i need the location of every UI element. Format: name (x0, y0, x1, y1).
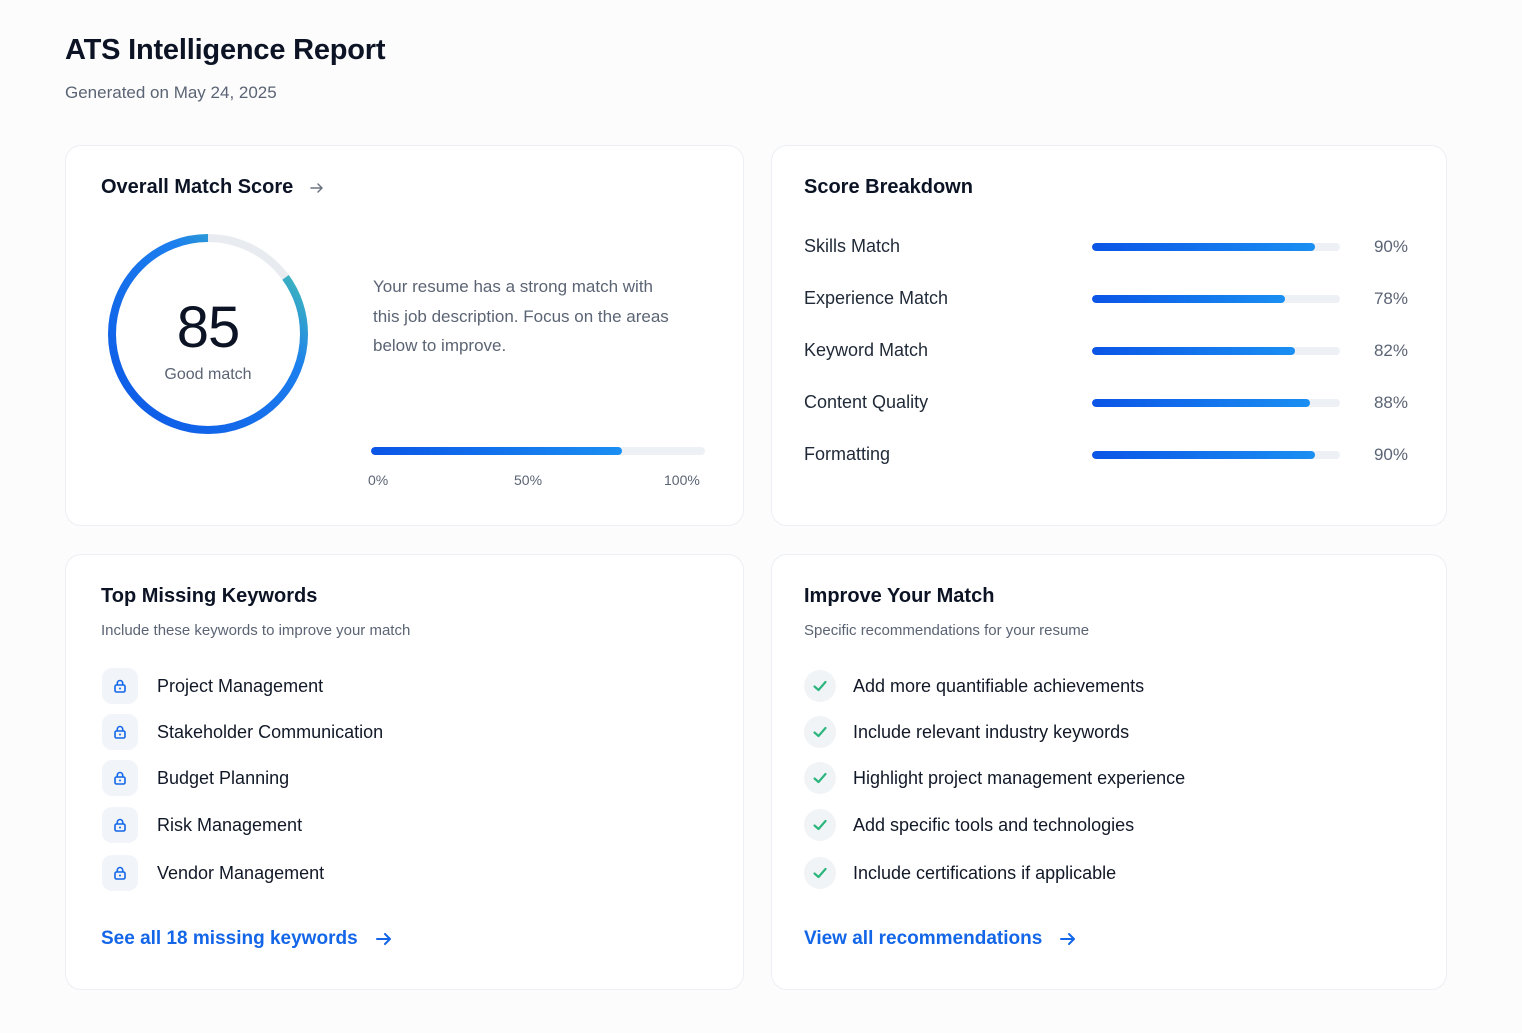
recommendation-item: Highlight project management experience (804, 762, 1185, 794)
page-subtitle: Generated on May 24, 2025 (65, 83, 277, 102)
breakdown-title: Score Breakdown (804, 176, 973, 198)
keyword-label: Risk Management (157, 814, 303, 835)
breakdown-bar (1092, 295, 1340, 303)
missing-keywords-subtitle: Include these keywords to improve your m… (101, 622, 411, 639)
breakdown-label: Skills Match (804, 236, 901, 256)
lock-icon (102, 760, 138, 796)
keyword-item: Budget Planning (102, 760, 289, 796)
breakdown-row-skills: Skills Match 90% (804, 236, 1408, 260)
recommendation-label: Highlight project management experience (853, 767, 1186, 788)
recommendation-label: Include certifications if applicable (853, 862, 1117, 883)
arrow-right-icon[interactable] (309, 180, 325, 196)
keyword-item: Risk Management (102, 807, 302, 843)
arrow-right-icon (375, 933, 391, 945)
lock-icon (102, 668, 138, 704)
improve-match-title: Improve Your Match (804, 585, 995, 607)
breakdown-label: Formatting (804, 444, 891, 464)
check-icon (804, 670, 836, 702)
recommendation-item: Include relevant industry keywords (804, 716, 1129, 748)
check-icon (804, 809, 836, 841)
page-title: ATS Intelligence Report (65, 34, 386, 66)
breakdown-value: 90% (1373, 445, 1408, 464)
recommendation-label: Include relevant industry keywords (853, 721, 1130, 742)
lock-icon (102, 714, 138, 750)
recommendation-label: Add more quantifiable achievements (853, 675, 1145, 696)
check-icon (804, 716, 836, 748)
breakdown-row-keyword: Keyword Match 82% (804, 340, 1408, 364)
missing-keywords-card: Top Missing Keywords Include these keywo… (65, 554, 744, 990)
tick-50: 50% (514, 472, 543, 488)
match-progress-fill (371, 447, 622, 455)
match-progress-bar (371, 447, 705, 455)
breakdown-bar (1092, 243, 1340, 251)
recommendation-item: Include certifications if applicable (804, 857, 1116, 889)
keyword-item: Project Management (102, 668, 323, 704)
lock-icon (102, 855, 138, 891)
overall-score-title: Overall Match Score (101, 176, 294, 198)
score-breakdown-card: Score Breakdown Skills Match 90% Experie… (771, 145, 1447, 526)
breakdown-bar (1092, 451, 1340, 459)
breakdown-bar (1092, 399, 1340, 407)
recommendation-item: Add specific tools and technologies (804, 809, 1134, 841)
see-all-keywords-link[interactable]: See all 18 missing keywords (101, 928, 394, 950)
recommendation-label: Add specific tools and technologies (853, 814, 1135, 835)
improve-match-subtitle: Specific recommendations for your resume (804, 622, 1090, 639)
score-description: Your resume has a strong match with this… (373, 277, 669, 355)
breakdown-value: 88% (1373, 393, 1408, 412)
breakdown-row-experience: Experience Match 78% (804, 288, 1408, 312)
overall-score-header[interactable]: Overall Match Score (101, 176, 325, 199)
breakdown-value: 82% (1373, 341, 1408, 360)
breakdown-bar-fill (1092, 243, 1316, 251)
see-all-keywords-label: See all 18 missing keywords (101, 928, 358, 949)
tick-0: 0% (368, 472, 389, 488)
keyword-item: Stakeholder Communication (102, 714, 383, 750)
check-icon (804, 762, 836, 794)
breakdown-bar-fill (1092, 295, 1286, 303)
check-icon (804, 857, 836, 889)
score-gauge: 85 Good match (102, 228, 314, 440)
breakdown-label: Keyword Match (804, 340, 929, 360)
breakdown-bar (1092, 347, 1340, 355)
keyword-label: Budget Planning (157, 767, 290, 788)
score-label: Good match (164, 366, 252, 383)
keyword-label: Vendor Management (157, 862, 325, 883)
breakdown-bar-fill (1092, 399, 1311, 407)
breakdown-bar-fill (1092, 347, 1296, 355)
keyword-item: Vendor Management (102, 855, 324, 891)
breakdown-value: 90% (1373, 237, 1408, 256)
lock-icon (102, 807, 138, 843)
tick-100: 100% (664, 472, 700, 488)
breakdown-row-formatting: Formatting 90% (804, 444, 1408, 468)
breakdown-label: Experience Match (804, 288, 949, 308)
keyword-label: Project Management (157, 675, 324, 696)
breakdown-row-content: Content Quality 88% (804, 392, 1408, 416)
missing-keywords-title: Top Missing Keywords (101, 585, 318, 607)
arrow-right-icon (1060, 933, 1076, 945)
view-all-recommendations-link[interactable]: View all recommendations (804, 928, 1078, 950)
improve-match-card: Improve Your Match Specific recommendati… (771, 554, 1447, 990)
breakdown-value: 78% (1373, 289, 1408, 308)
recommendation-item: Add more quantifiable achievements (804, 670, 1144, 702)
breakdown-bar-fill (1092, 451, 1316, 459)
score-value: 85 (176, 295, 241, 360)
keyword-label: Stakeholder Communication (157, 721, 384, 742)
breakdown-label: Content Quality (804, 392, 929, 412)
overall-score-card: Overall Match Score 85 Good match Your r… (65, 145, 744, 526)
view-all-recommendations-label: View all recommendations (804, 928, 1043, 949)
